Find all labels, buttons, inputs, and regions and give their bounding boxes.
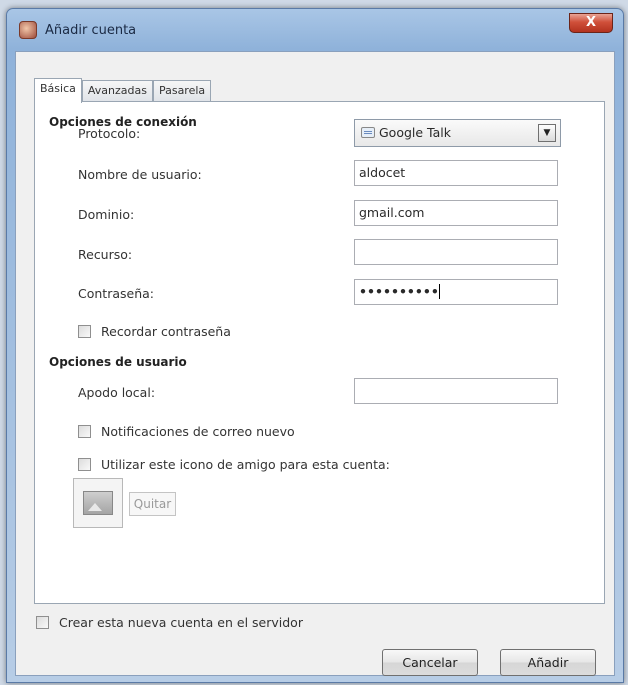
title-bar[interactable]: Añadir cuenta X bbox=[7, 9, 623, 43]
username-value: aldocet bbox=[359, 165, 406, 180]
app-icon bbox=[19, 21, 37, 39]
tab-pasarela[interactable]: Pasarela bbox=[152, 80, 212, 102]
add-account-dialog: Añadir cuenta X Básica Avanzadas Pasarel… bbox=[6, 8, 624, 683]
remember-password-checkbox[interactable] bbox=[78, 325, 91, 338]
resource-label: Recurso: bbox=[78, 247, 133, 262]
tab-basica[interactable]: Básica bbox=[34, 78, 82, 103]
tab-strip: Básica Avanzadas Pasarela bbox=[34, 78, 212, 103]
cancel-button[interactable]: Cancelar bbox=[382, 649, 478, 676]
protocol-select[interactable]: Google Talk ▼ bbox=[354, 119, 561, 147]
new-mail-notifications-row[interactable]: Notificaciones de correo nuevo bbox=[78, 424, 295, 439]
username-field[interactable]: aldocet bbox=[354, 160, 558, 186]
remember-password-label: Recordar contraseña bbox=[101, 324, 231, 339]
chevron-down-icon[interactable]: ▼ bbox=[538, 124, 556, 142]
domain-field[interactable]: gmail.com bbox=[354, 200, 558, 226]
protocol-value: Google Talk bbox=[379, 125, 451, 140]
local-alias-field[interactable] bbox=[354, 378, 558, 404]
use-buddy-icon-checkbox[interactable] bbox=[78, 458, 91, 471]
close-button[interactable]: X bbox=[569, 13, 613, 33]
window-title: Añadir cuenta bbox=[45, 23, 137, 38]
user-options-heading: Opciones de usuario bbox=[49, 355, 187, 369]
buddy-icon-button[interactable] bbox=[73, 478, 123, 528]
password-label: Contraseña: bbox=[78, 286, 154, 301]
domain-label: Dominio: bbox=[78, 207, 135, 222]
password-field[interactable]: •••••••••• bbox=[354, 279, 558, 305]
remember-password-row[interactable]: Recordar contraseña bbox=[78, 324, 231, 339]
password-value: •••••••••• bbox=[359, 284, 439, 299]
create-on-server-checkbox[interactable] bbox=[36, 616, 49, 629]
resource-field[interactable] bbox=[354, 239, 558, 265]
domain-value: gmail.com bbox=[359, 205, 425, 220]
use-buddy-icon-row[interactable]: Utilizar este icono de amigo para esta c… bbox=[78, 457, 390, 472]
use-buddy-icon-label: Utilizar este icono de amigo para esta c… bbox=[101, 457, 390, 472]
local-alias-label: Apodo local: bbox=[78, 385, 156, 400]
new-mail-notifications-checkbox[interactable] bbox=[78, 425, 91, 438]
add-button[interactable]: Añadir bbox=[500, 649, 596, 676]
dialog-body: Básica Avanzadas Pasarela Opciones de co… bbox=[15, 51, 615, 676]
new-mail-notifications-label: Notificaciones de correo nuevo bbox=[101, 424, 295, 439]
create-on-server-row[interactable]: Crear esta nueva cuenta en el servidor bbox=[36, 615, 303, 630]
protocol-label: Protocolo: bbox=[78, 126, 141, 141]
google-talk-icon bbox=[361, 127, 375, 138]
image-placeholder-icon bbox=[83, 491, 113, 515]
username-label: Nombre de usuario: bbox=[78, 167, 202, 182]
remove-icon-button[interactable]: Quitar bbox=[129, 492, 176, 516]
tab-panel-basica: Opciones de conexión Protocolo: Google T… bbox=[34, 101, 605, 604]
create-on-server-label: Crear esta nueva cuenta en el servidor bbox=[59, 615, 303, 630]
text-caret bbox=[438, 284, 440, 299]
tab-avanzadas[interactable]: Avanzadas bbox=[81, 80, 153, 102]
